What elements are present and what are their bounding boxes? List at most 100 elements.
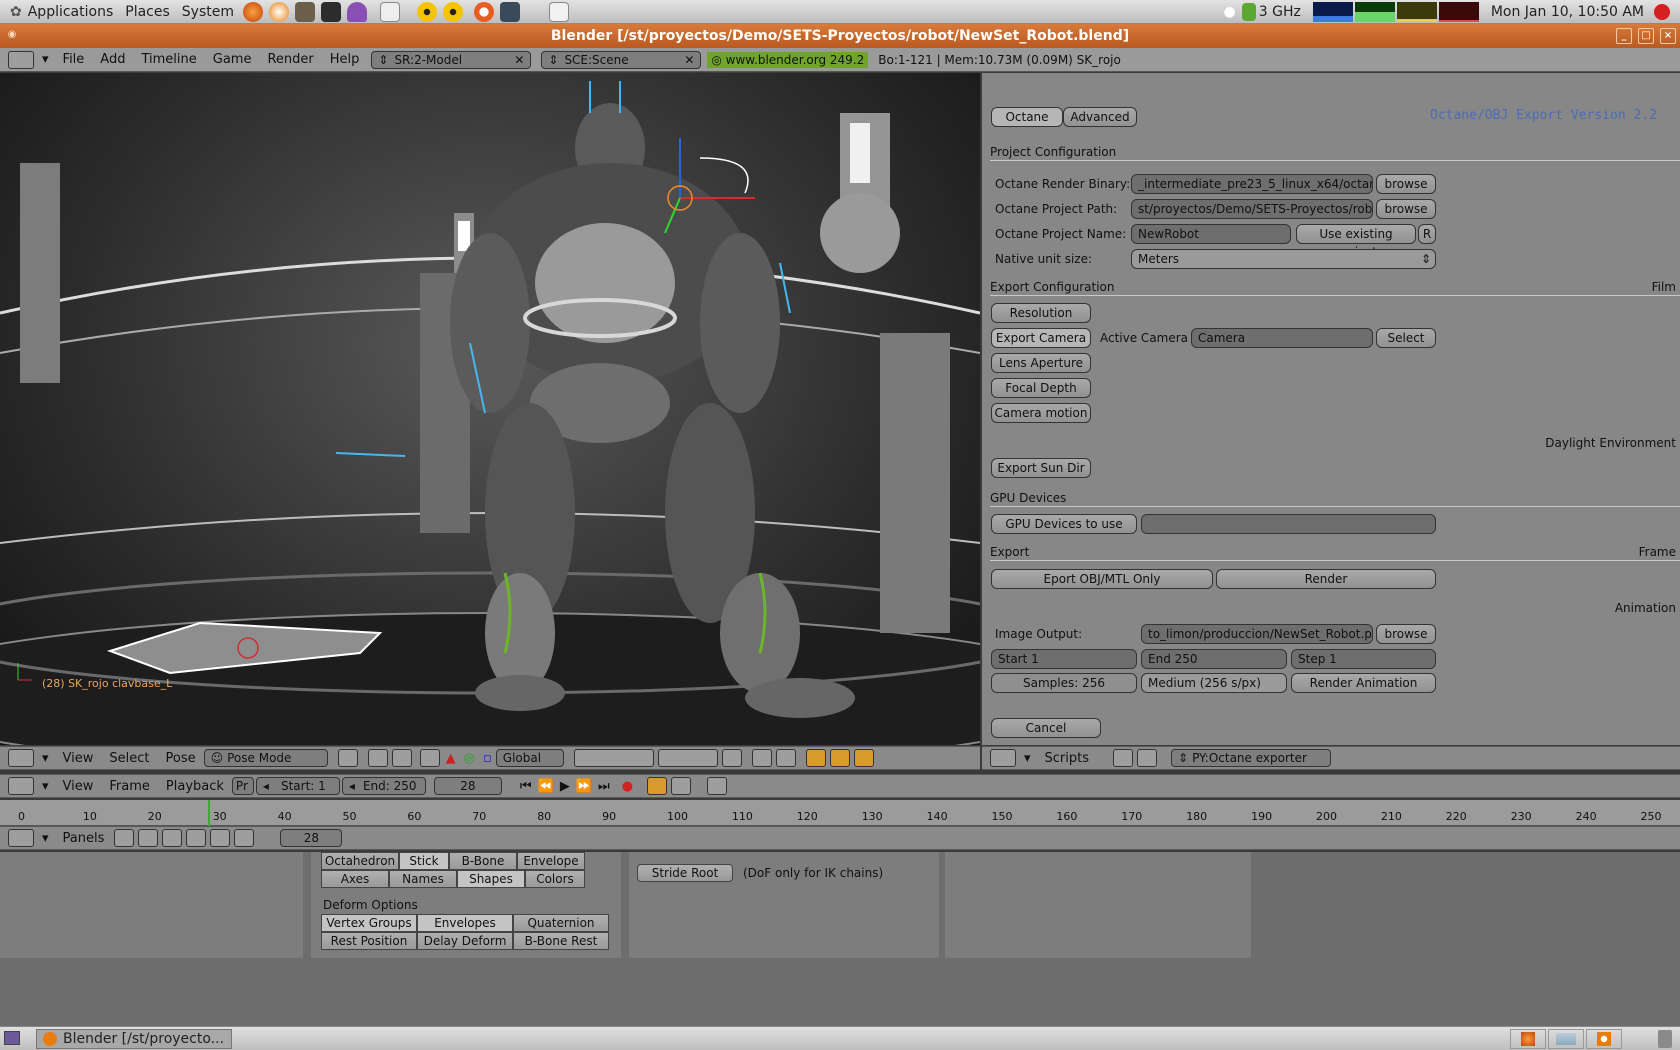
delay-deform-toggle[interactable]: Delay Deform [417, 932, 513, 950]
menu-game[interactable]: Game [205, 52, 260, 67]
start-frame-field[interactable]: ◂ Start: 1 [255, 777, 340, 795]
window-titlebar[interactable]: Blender [/st/proyectos/Demo/SETS-Proyect… [0, 24, 1680, 48]
rotate-icon[interactable]: ◎ [464, 751, 475, 766]
view3d-editor-icon[interactable] [8, 749, 34, 767]
paste-flipped-pose-icon[interactable] [853, 749, 874, 767]
shutdown-icon[interactable] [1654, 3, 1670, 20]
tab-octane[interactable]: Octane [991, 107, 1063, 127]
cancel-button[interactable]: Cancel [991, 718, 1101, 738]
bbone-rest-toggle[interactable]: B-Bone Rest [513, 932, 609, 950]
3d-viewport[interactable]: (28) SK_rojo clavbase_L [0, 73, 980, 745]
collapse-icon[interactable]: ▾ [1024, 751, 1031, 766]
editing-context-icon[interactable] [210, 829, 231, 847]
collapse-icon[interactable]: ▾ [42, 52, 49, 67]
menu-places[interactable]: Places [119, 4, 176, 20]
lens-aperture-button[interactable]: Lens Aperture [991, 353, 1091, 373]
script-icon[interactable] [138, 829, 159, 847]
orientation-select[interactable]: Global [495, 749, 564, 767]
browse-output-button[interactable]: browse [1376, 624, 1436, 644]
project-path-field[interactable]: st/proyectos/Demo/SETS-Proyectos/robot [1131, 199, 1373, 219]
browse-binary-button[interactable]: browse [1376, 174, 1436, 194]
menu-panels[interactable]: Panels [55, 831, 113, 846]
tab-advanced[interactable]: Advanced [1063, 107, 1137, 127]
focal-depth-button[interactable]: Focal Depth [991, 378, 1091, 398]
script-editor-icon[interactable] [990, 749, 1016, 767]
axes-toggle[interactable]: Axes [321, 870, 389, 888]
shapes-toggle[interactable]: Shapes [457, 870, 525, 888]
collapse-icon[interactable]: ▾ [42, 751, 49, 766]
minimize-button[interactable]: _ [1616, 28, 1632, 44]
render-binary-field[interactable]: _intermediate_pre23_5_linux_x64/octane [1131, 174, 1373, 194]
close-button[interactable]: × [1660, 28, 1676, 44]
logic-icon[interactable] [114, 829, 135, 847]
mode-select[interactable]: ☺ Pose Mode [203, 749, 328, 767]
editor-type-icon[interactable] [8, 50, 34, 69]
taskbar-blender-item[interactable]: Blender [/st/proyecto... [36, 1029, 232, 1049]
workspace-2-icon[interactable] [1548, 1029, 1584, 1049]
scene-selector[interactable]: ⇕ SCE:Scene ✕ [541, 50, 702, 69]
samples-field[interactable]: Samples: 256 [991, 673, 1137, 693]
draw-stick-button[interactable]: Stick [399, 852, 449, 870]
menu-help[interactable]: Help [322, 52, 368, 67]
radiation-icon-1[interactable] [417, 1, 437, 22]
return-icon[interactable] [1113, 749, 1134, 767]
preview-range-toggle[interactable]: Pr [231, 777, 254, 795]
audio-icon[interactable] [707, 777, 728, 795]
current-frame-line[interactable] [208, 800, 210, 826]
maximize-button[interactable]: □ [1638, 28, 1654, 44]
stride-root-button[interactable]: Stride Root [637, 864, 733, 882]
use-existing-project-button[interactable]: Use existing project [1296, 224, 1416, 259]
buttons-frame-field[interactable]: 28 [280, 829, 343, 847]
unit-size-select[interactable]: Meters ⇕ [1131, 249, 1436, 269]
hand-icon[interactable] [419, 749, 440, 767]
translate-icon[interactable]: ▲ [446, 751, 456, 766]
play-icon[interactable]: ▶ [560, 779, 570, 794]
menu-pose[interactable]: Pose [158, 751, 204, 766]
show-desktop-icon[interactable] [4, 1031, 20, 1045]
keying-set-icon[interactable] [647, 777, 668, 795]
active-camera-field[interactable]: Camera [1191, 328, 1373, 348]
next-key-icon[interactable]: ⏩ [576, 779, 592, 794]
render-button[interactable]: Render [1216, 569, 1436, 589]
gpu-devices-field[interactable] [1141, 514, 1436, 534]
lock-icon[interactable] [721, 749, 742, 767]
blender-launcher-icon[interactable] [269, 1, 289, 22]
timeline-editor-icon[interactable] [8, 777, 34, 795]
quality-select[interactable]: Medium (256 s/px) [1141, 673, 1287, 693]
menu-scripts[interactable]: Scripts [1037, 751, 1097, 766]
jump-start-icon[interactable]: ⏮ [520, 779, 532, 794]
names-toggle[interactable]: Names [389, 870, 457, 888]
end-frame-field[interactable]: ◂ End: 250 [341, 777, 426, 795]
export-sun-dir-button[interactable]: Export Sun Dir [991, 458, 1091, 478]
notes-icon[interactable] [549, 1, 569, 22]
timeline-ruler[interactable]: 0 10 20 30 40 50 60 70 80 90 100 110 120 130 140 150 160… [0, 800, 1680, 826]
proportional-icon[interactable] [751, 749, 772, 767]
layers-icon[interactable] [573, 749, 654, 767]
terminal-icon[interactable] [500, 1, 520, 22]
camera-motion-button[interactable]: Camera motion [991, 403, 1091, 423]
scene-context-icon[interactable] [234, 829, 255, 847]
render-preview-icon[interactable] [775, 749, 796, 767]
menu-system[interactable]: System [176, 4, 240, 20]
gnome-foot-icon[interactable]: ✿ [10, 4, 22, 20]
object-context-icon[interactable] [186, 829, 207, 847]
radiation-icon-2[interactable] [443, 1, 463, 22]
screen-selector[interactable]: ⇕ SR:2-Model ✕ [371, 50, 532, 69]
buttons-editor-icon[interactable] [8, 829, 34, 847]
resolution-button[interactable]: Resolution [991, 303, 1091, 323]
rest-position-toggle[interactable]: Rest Position [321, 932, 417, 950]
menu-render[interactable]: Render [259, 52, 321, 67]
houdini-icon[interactable] [474, 1, 494, 22]
trash-icon[interactable] [1658, 1030, 1672, 1048]
copy-pose-icon[interactable] [805, 749, 826, 767]
current-frame-field[interactable]: 28 [433, 777, 502, 795]
script-select[interactable]: ⇕ PY:Octane exporter [1171, 749, 1332, 767]
r-button[interactable]: R [1418, 224, 1436, 244]
gpu-devices-button[interactable]: GPU Devices to use [991, 514, 1137, 534]
paste-pose-icon[interactable] [829, 749, 850, 767]
draw-bbone-button[interactable]: B-Bone [449, 852, 517, 870]
jump-end-icon[interactable]: ⏭ [598, 779, 610, 794]
colors-toggle[interactable]: Colors [525, 870, 585, 888]
inkscape-icon[interactable] [321, 1, 341, 22]
key-icon[interactable] [671, 777, 692, 795]
